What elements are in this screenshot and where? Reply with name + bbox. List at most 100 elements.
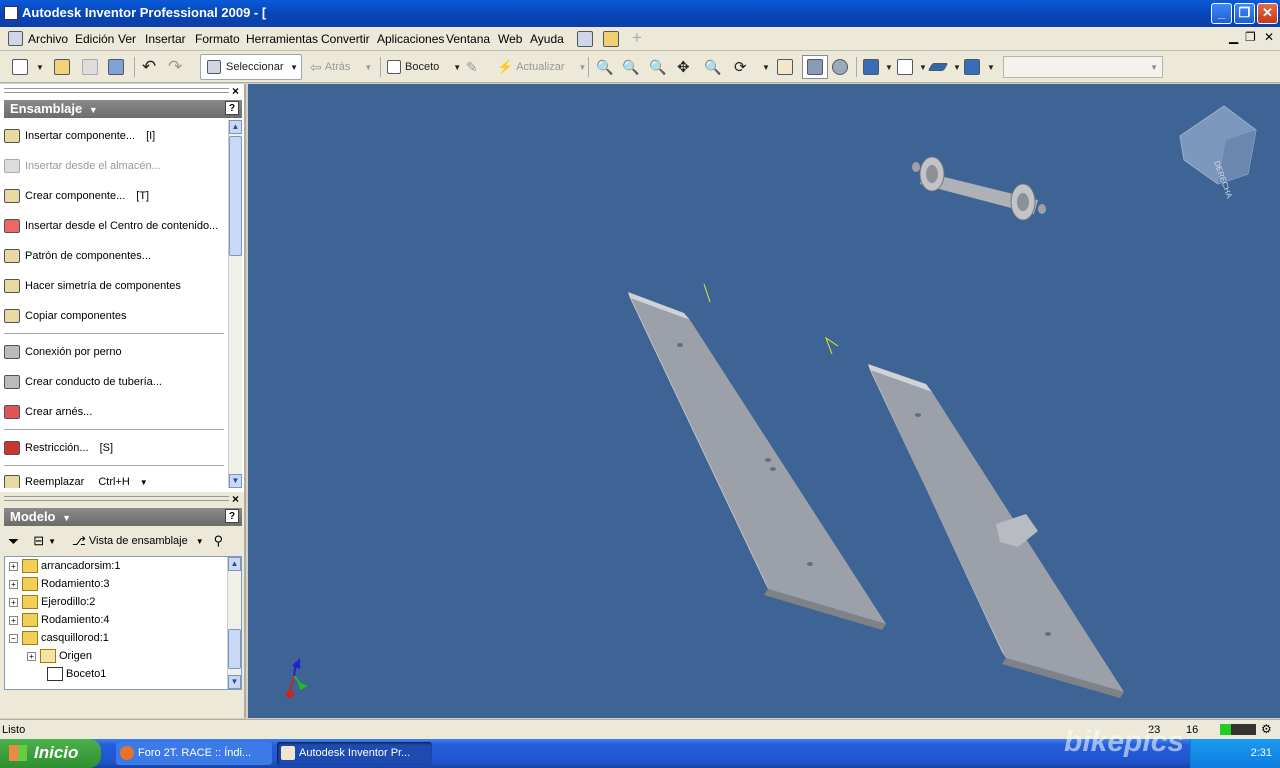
whats-new-icon[interactable] <box>603 31 619 47</box>
expand-icon[interactable]: + <box>27 651 36 661</box>
update-button[interactable]: ⚡ Actualizar ▼ <box>497 56 586 78</box>
scroll-up-icon[interactable]: ▲ <box>228 557 241 571</box>
expand-icon[interactable]: + <box>9 561 18 571</box>
cmd-insert-component[interactable]: Insertar componente... [I] <box>4 126 155 146</box>
menu-herramientas[interactable]: Herramientas <box>246 32 318 46</box>
section-icon[interactable] <box>927 56 949 78</box>
menu-ventana[interactable]: Ventana <box>446 32 490 46</box>
menu-archivo[interactable]: Archivo <box>28 32 68 46</box>
tree-view-dropdown-icon[interactable]: ▼ <box>48 537 56 546</box>
cmd-create-harness[interactable]: Crear arnés... <box>4 402 92 422</box>
return-icon[interactable]: ✎ <box>466 56 478 78</box>
zoom-icon[interactable]: 🔍 <box>649 56 666 78</box>
assembly-scrollbar[interactable]: ▲ ▼ <box>228 120 242 488</box>
model-help-icon[interactable]: ? <box>225 509 239 523</box>
pan-icon[interactable]: ✥ <box>677 56 690 78</box>
cmd-insert-content-center[interactable]: Insertar desde el Centro de contenido... <box>4 216 218 236</box>
back-button[interactable]: ⇦ Atrás ▼ <box>310 56 372 78</box>
projection-dropdown-icon[interactable]: ▼ <box>885 56 893 78</box>
zoom-window-icon[interactable]: 🔍 <box>622 56 639 78</box>
tree-scrollbar[interactable]: ▲ ▼ <box>227 557 241 689</box>
minimize-button[interactable]: _ <box>1211 3 1232 24</box>
tree-node-boceto1[interactable]: Boceto1 <box>47 665 106 683</box>
projection-icon[interactable] <box>863 56 879 78</box>
scroll-down-icon[interactable]: ▼ <box>229 474 242 488</box>
viewcube[interactable]: DERECHA <box>1179 105 1257 200</box>
cmd-pattern-components[interactable]: Patrón de componentes... <box>4 246 151 266</box>
sketch-line[interactable] <box>824 336 839 355</box>
menu-formato[interactable]: Formato <box>195 32 240 46</box>
view-layout-icon[interactable] <box>964 56 980 78</box>
tree-node-arrancadorsim[interactable]: + arrancadorsim:1 <box>9 557 120 575</box>
menu-web[interactable]: Web <box>498 32 522 46</box>
plate-left[interactable] <box>628 292 886 630</box>
assembly-help-icon[interactable]: ? <box>225 101 239 115</box>
menu-ver[interactable]: Ver <box>118 32 136 46</box>
cmd-insert-from-vault[interactable]: Insertar desde el almacén... <box>4 156 161 176</box>
view-dropdown-icon[interactable]: ▼ <box>196 537 204 546</box>
maximize-button[interactable]: ❐ <box>1234 3 1255 24</box>
expand-icon[interactable]: + <box>9 597 18 607</box>
inventor-app-icon[interactable] <box>4 6 18 20</box>
menu-ayuda[interactable]: Ayuda <box>530 32 564 46</box>
scroll-thumb[interactable] <box>228 629 241 669</box>
cmd-create-tube-run[interactable]: Crear conducto de tubería... <box>4 372 162 392</box>
cmd-copy-components[interactable]: Copiar componentes <box>4 306 127 326</box>
shaded-display-icon[interactable] <box>802 55 828 79</box>
graphics-viewport[interactable]: DERECHA <box>248 84 1280 718</box>
zoom-all-icon[interactable]: 🔍 <box>596 56 613 78</box>
sketch-dropdown-icon[interactable]: ▼ <box>453 63 461 72</box>
scroll-thumb[interactable] <box>229 136 242 256</box>
tree-view-icon[interactable]: ⊟ <box>33 533 44 549</box>
menu-edicion[interactable]: Edición <box>75 32 114 46</box>
tree-node-ejerodillo[interactable]: + Ejerodillo:2 <box>9 593 95 611</box>
tree-node-casquillorod[interactable]: − casquillorod:1 <box>9 629 109 647</box>
model-panel-close[interactable]: × <box>232 492 239 506</box>
cmd-create-component[interactable]: Crear componente... [T] <box>4 186 149 206</box>
plate-right[interactable] <box>868 364 1124 698</box>
title-bar[interactable]: Autodesk Inventor Professional 2009 - [ … <box>0 0 1280 27</box>
undo-icon[interactable]: ↶ <box>142 56 156 78</box>
assembly-panel-header[interactable]: Ensamblaje ▼ ? <box>4 100 242 118</box>
expand-icon[interactable]: + <box>9 615 18 625</box>
assembly-panel-close[interactable]: × <box>232 84 239 98</box>
find-binoculars-icon[interactable]: ⚲ <box>214 533 224 549</box>
section-dropdown-icon[interactable]: ▼ <box>953 56 961 78</box>
start-button[interactable]: Inicio <box>0 739 101 768</box>
zoom-selected-icon[interactable]: 🔍 <box>704 56 721 78</box>
appearance-dropdown[interactable]: ▼ <box>1003 56 1163 78</box>
orbit-icon[interactable]: ⟳ <box>734 56 747 78</box>
model-panel-header[interactable]: Modelo ▼ ? <box>4 508 242 526</box>
scroll-up-icon[interactable]: ▲ <box>229 120 242 134</box>
panel-grip[interactable] <box>4 496 229 501</box>
shadow-icon[interactable] <box>897 56 913 78</box>
redo-icon[interactable]: ↷ <box>168 56 182 78</box>
cmd-mirror-components[interactable]: Hacer simetría de componentes <box>4 276 181 296</box>
menu-aplicaciones[interactable]: Aplicaciones <box>377 32 444 46</box>
taskbar-firefox[interactable]: Foro 2T. RACE :: Índi... <box>116 742 272 765</box>
panel-grip[interactable] <box>4 88 229 93</box>
new-icon[interactable] <box>12 56 28 78</box>
doc-restore-icon[interactable]: ❐ <box>1245 30 1256 44</box>
menu-insertar[interactable]: Insertar <box>145 32 186 46</box>
tree-node-rodamiento3[interactable]: + Rodamiento:3 <box>9 575 110 593</box>
expand-icon[interactable]: + <box>9 579 18 589</box>
tree-node-rodamiento4[interactable]: + Rodamiento:4 <box>9 611 110 629</box>
ray-trace-icon[interactable] <box>832 56 848 78</box>
doc-close-icon[interactable]: ✕ <box>1264 30 1274 44</box>
plus-icon[interactable]: + <box>632 28 642 48</box>
cmd-replace[interactable]: Reemplazar Ctrl+H ▼ <box>4 472 148 488</box>
layout-dropdown-icon[interactable]: ▼ <box>987 56 995 78</box>
shadow-dropdown-icon[interactable]: ▼ <box>919 56 927 78</box>
cmd-bolted-connection[interactable]: Conexión por perno <box>4 342 122 362</box>
roller-shaft[interactable] <box>912 156 1046 221</box>
close-button[interactable]: ✕ <box>1257 3 1278 24</box>
sketch-button[interactable]: Boceto ▼ <box>387 56 461 78</box>
select-dropdown[interactable]: Seleccionar ▼ <box>200 54 302 80</box>
filter-icon[interactable]: ⏷ <box>8 533 19 550</box>
save-icon[interactable] <box>108 56 124 78</box>
sketch-line[interactable] <box>703 283 711 303</box>
cmd-constraint[interactable]: Restricción... [S] <box>4 438 113 458</box>
open-icon[interactable] <box>54 56 70 78</box>
update-dropdown-icon[interactable]: ▼ <box>578 63 586 72</box>
